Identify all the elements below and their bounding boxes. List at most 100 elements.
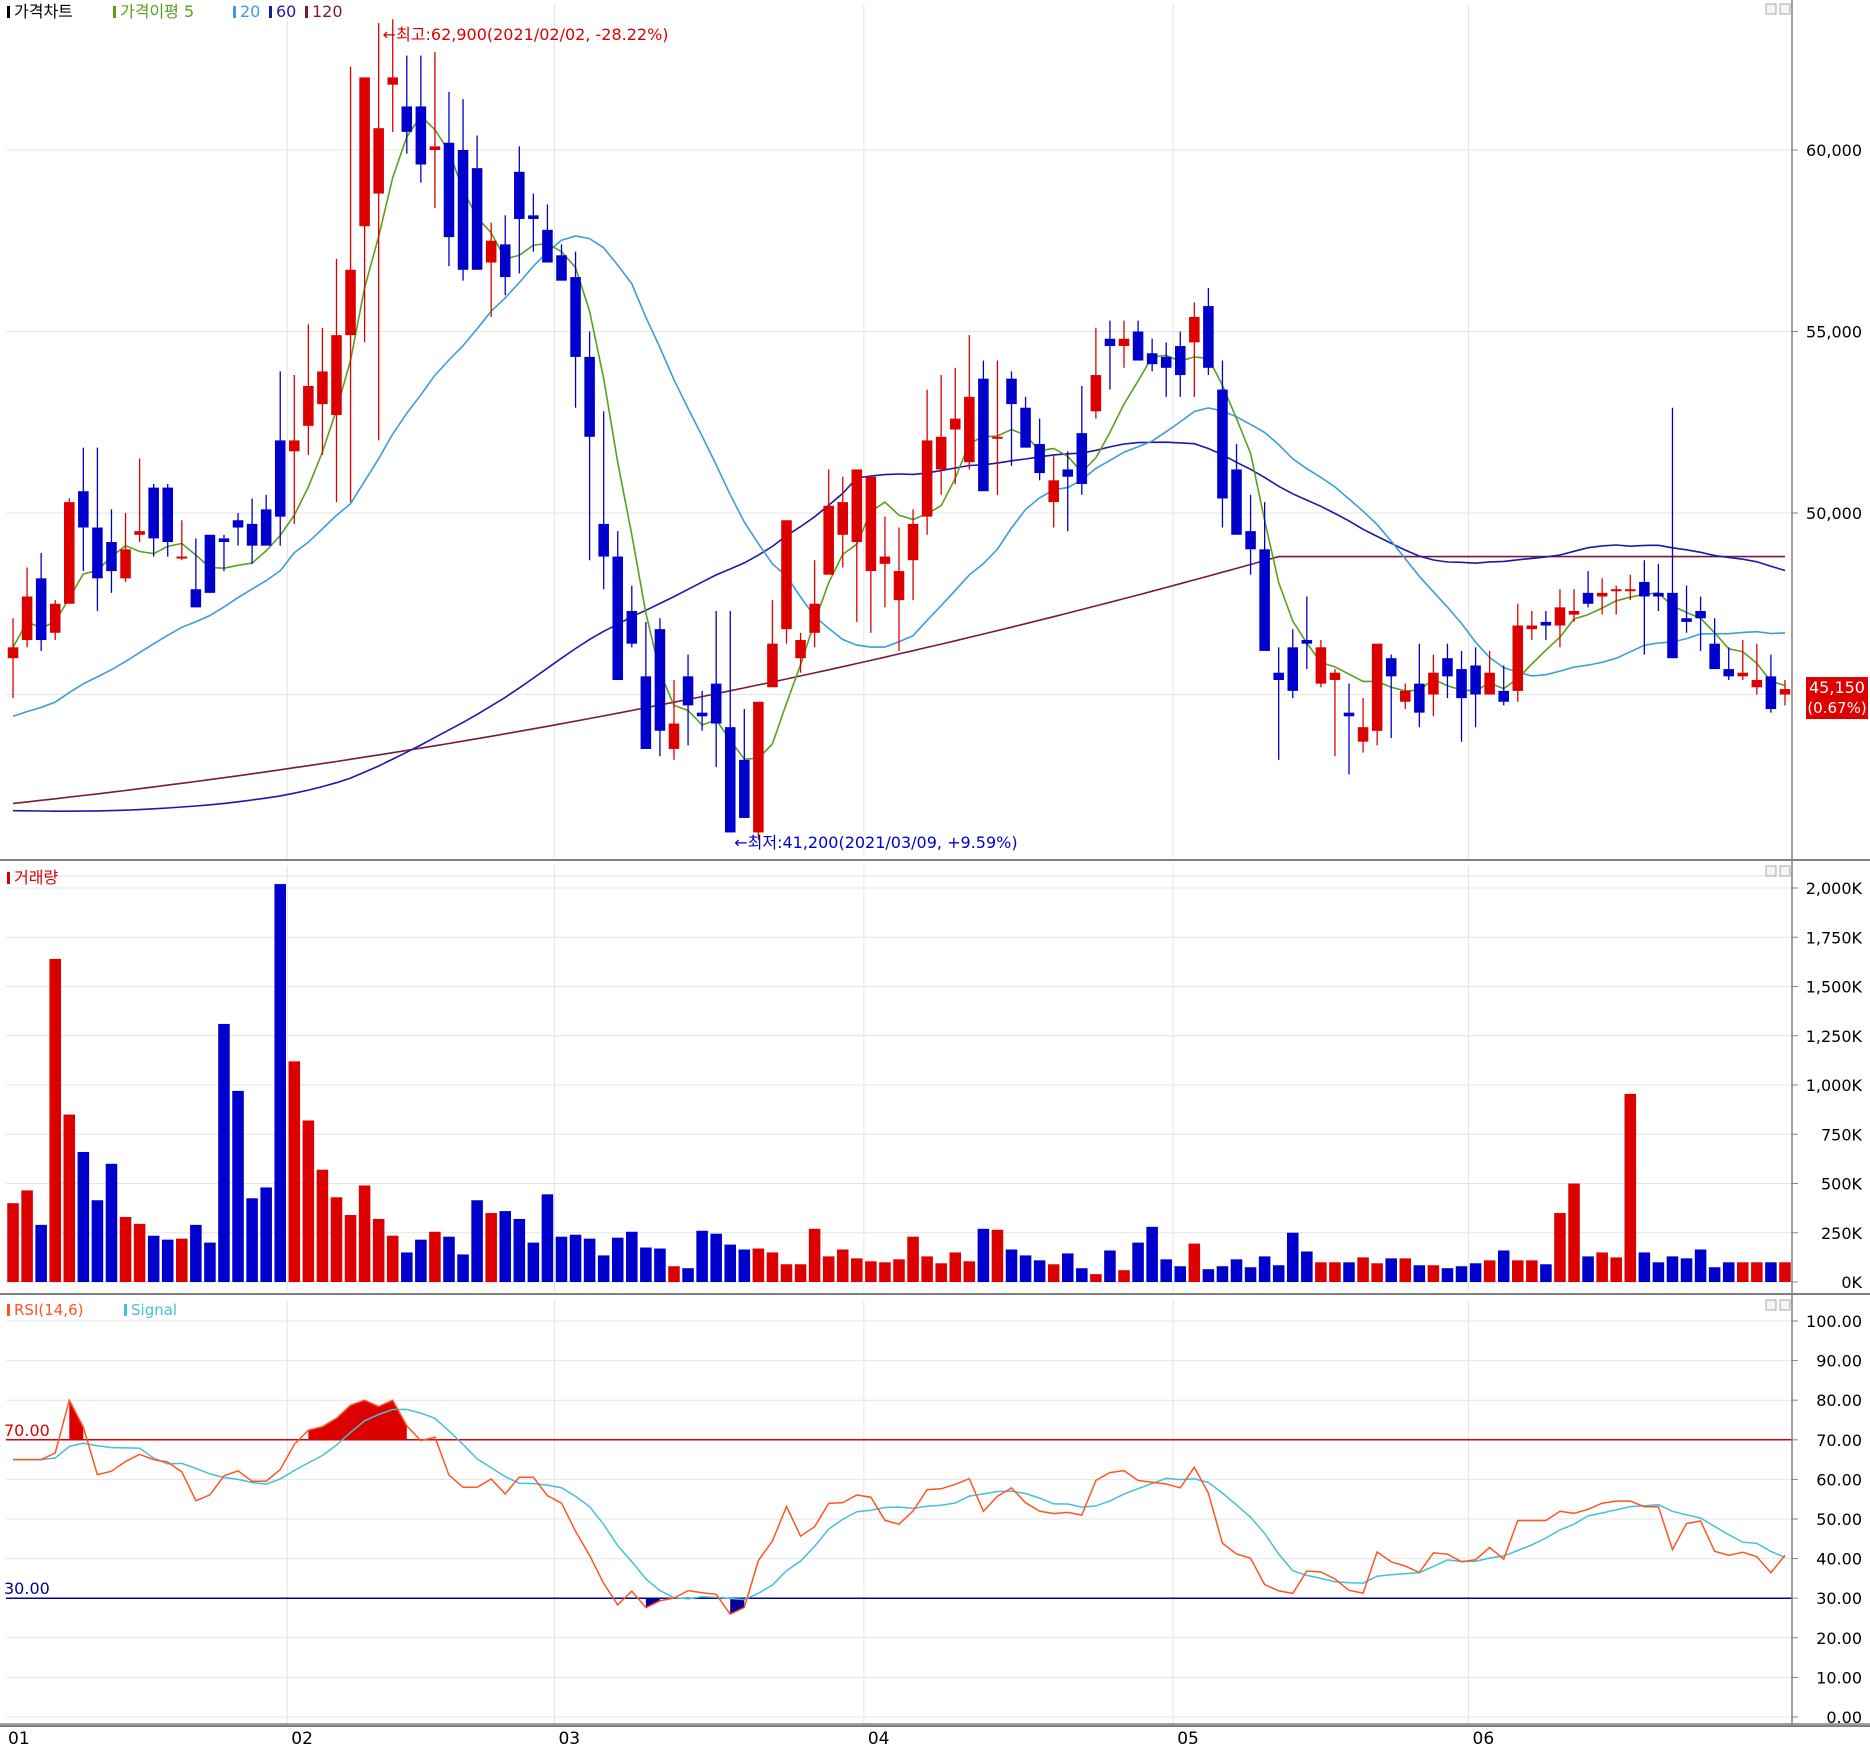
volume-bar [63,1114,76,1282]
volume-bar [77,1151,90,1282]
volume-bar [1301,1251,1313,1282]
volume-bar [696,1230,708,1282]
rsi-legend-label: RSI(14,6) [14,1301,83,1319]
volume-bar [330,1197,343,1282]
chart-background [0,0,1870,1747]
volume-bar [204,1242,216,1282]
price-axis-label: 55,000 [1806,323,1862,342]
candle-body [1610,589,1622,592]
volume-bar [1258,1256,1271,1282]
candle-body [907,523,919,561]
volume-bar [1737,1262,1749,1282]
candle-body [781,520,792,630]
volume-bar [555,1236,568,1282]
current-price-value: 45,150 [1809,678,1865,697]
candle-body [1596,592,1608,597]
volume-bar [401,1252,413,1282]
volume-bar [879,1262,891,1282]
volume-bar [1132,1242,1144,1282]
volume-bar [105,1163,118,1282]
candle-body [134,531,145,535]
candle-body [1512,625,1524,691]
candle-body [1695,611,1706,619]
candle-body [1709,643,1720,670]
candle-body [921,440,933,517]
panel-minimize-icon [1765,1299,1777,1311]
candle-body [640,676,652,749]
candle-body [1526,625,1538,630]
candle-body [35,578,47,641]
volume-axis-label: 750K [1821,1125,1863,1144]
volume-bar [485,1213,497,1282]
legend-label: 60 [276,2,296,21]
candle-body [1231,469,1242,535]
x-axis-month-label: 03 [558,1729,580,1747]
volume-bar [752,1248,765,1282]
candle-body [1273,672,1284,680]
volume-bar [1638,1252,1651,1282]
candle-body [1414,683,1425,713]
candle-body [1568,611,1580,615]
rsi-axis-label: 90.00 [1816,1352,1862,1371]
candle-body [499,244,511,278]
legend-label: 120 [312,2,343,21]
candle-body [232,520,244,528]
candle-body [1343,712,1355,717]
volume-bar [1090,1274,1102,1282]
candle-body [767,643,778,688]
candle-body [654,629,666,731]
volume-bar [597,1255,610,1282]
volume-axis-label: 1,000K [1806,1076,1863,1095]
volume-bar [1610,1257,1622,1282]
volume-axis-label: 1,500K [1806,978,1863,997]
volume-bar [147,1235,160,1282]
candle-body [584,356,595,437]
volume-bar [738,1249,751,1282]
candle-body [1062,469,1074,477]
rsi-axis-label: 30.00 [1816,1589,1862,1608]
volume-bar [1582,1256,1594,1282]
rsi-axis-label: 40.00 [1816,1550,1862,1569]
candle-body [1259,549,1270,651]
volume-bar [626,1231,638,1282]
annotation-low: ←최저:41,200(2021/03/09, +9.59%) [734,833,1017,852]
candle-body [1653,592,1664,597]
volume-bar [1526,1260,1538,1282]
legend-label: 가격차트 [14,2,73,21]
volume-bar [527,1242,540,1282]
volume-bar [1286,1232,1299,1282]
volume-bar [232,1090,244,1282]
candle-body [879,556,891,564]
candle-body [359,77,370,227]
candle-body [190,589,202,608]
volume-bar [119,1216,132,1282]
rsi-axis-label: 20.00 [1816,1629,1862,1648]
candle-body [1385,658,1397,677]
signal-legend-marker [124,1304,127,1316]
signal-legend-label: Signal [131,1301,177,1319]
candle-body [317,371,328,405]
volume-bar [1680,1258,1693,1282]
rsi-30-label: 30.00 [4,1579,50,1598]
volume-bar [1765,1262,1777,1282]
volume-bar [190,1224,202,1282]
volume-bar [794,1264,807,1282]
candle-body [204,534,216,593]
volume-bar [668,1266,680,1282]
volume-bar [1329,1262,1341,1282]
candle-body [49,603,61,633]
volume-bar [1061,1253,1074,1282]
candle-body [1428,672,1439,695]
x-axis-month-label: 01 [8,1729,30,1747]
volume-axis-label: 250K [1821,1224,1863,1243]
volume-bar [1160,1259,1172,1282]
candle-body [471,168,483,270]
volume-bar [1371,1263,1383,1282]
volume-bar [1343,1262,1355,1282]
candle-body [1203,306,1214,368]
candle-body [1751,679,1763,688]
volume-bar [1779,1262,1791,1282]
volume-bar [654,1248,666,1282]
candle-body [21,596,33,641]
volume-bar [682,1268,694,1282]
